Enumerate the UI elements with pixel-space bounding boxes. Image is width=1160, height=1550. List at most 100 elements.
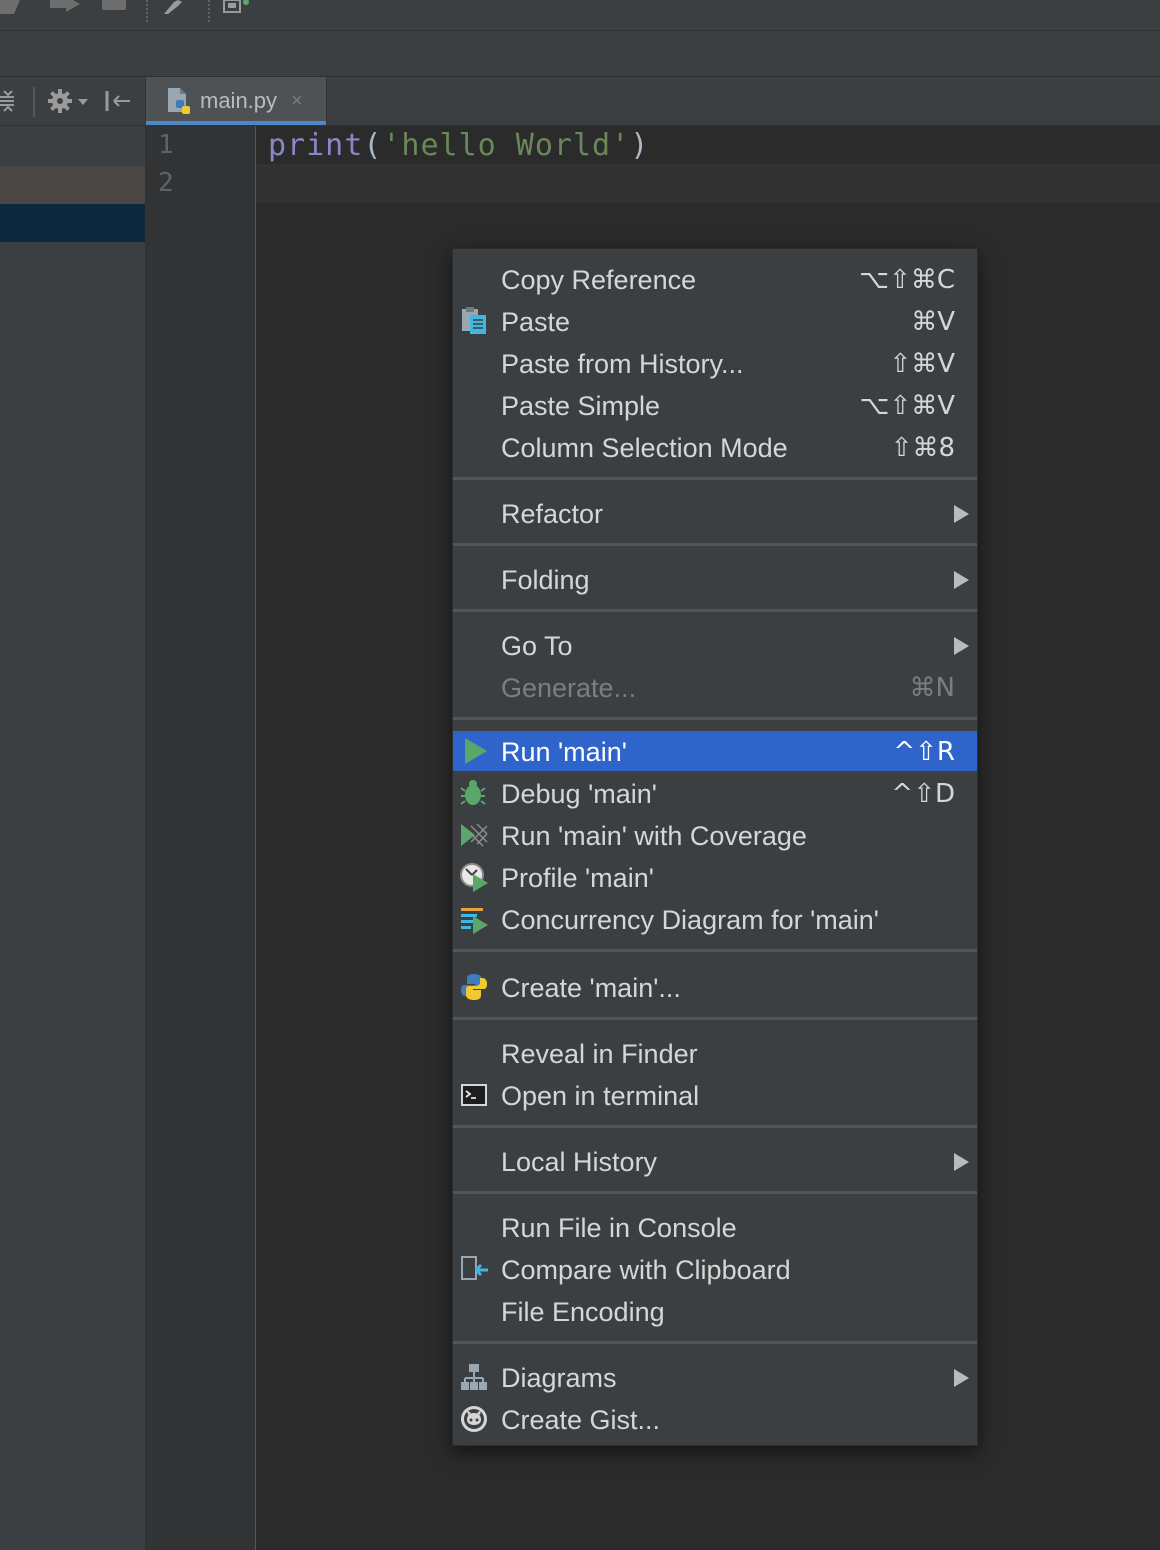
toolbar-separator: [208, 0, 210, 22]
menu-item-label: Profile 'main': [501, 863, 654, 893]
code-paren: ): [630, 128, 650, 163]
menu-item-label: Paste Simple: [501, 391, 661, 421]
menu-item-compare-with-clipboard[interactable]: Compare with Clipboard: [453, 1249, 977, 1289]
menu-item-run-with-coverage[interactable]: Run 'main' with Coverage: [453, 815, 977, 855]
menu-item-shortcut: ⇧⌘V: [889, 349, 955, 379]
wrench-icon[interactable]: [160, 0, 184, 14]
menu-item-go-to[interactable]: Go To: [453, 625, 977, 665]
python-icon: [461, 974, 487, 1000]
menu-separator: [453, 1341, 977, 1344]
menu-item-label: Open in terminal: [501, 1081, 700, 1111]
menu-item-profile-main[interactable]: Profile 'main': [453, 857, 977, 897]
menu-item-label: Refactor: [501, 499, 604, 529]
menu-item-reveal-in-finder[interactable]: Reveal in Finder: [453, 1033, 977, 1073]
menu-separator: [453, 949, 977, 952]
line-number: 1: [158, 130, 174, 160]
close-tab-icon[interactable]: ×: [291, 90, 303, 113]
menu-item-copy-reference[interactable]: Copy Reference ⌥⇧⌘C: [453, 259, 977, 299]
menu-item-label: Create 'main'...: [501, 973, 681, 1003]
paste-icon: [462, 307, 486, 334]
project-panel-header: [0, 77, 145, 126]
stop-icon[interactable]: [102, 0, 126, 10]
menu-item-shortcut: ⌥⇧⌘V: [859, 391, 955, 421]
line-number: 2: [158, 168, 174, 198]
menu-separator: [453, 717, 977, 720]
menu-item-debug-main[interactable]: Debug 'main' ^⇧D: [453, 773, 977, 813]
menu-item-diagrams[interactable]: Diagrams: [453, 1357, 977, 1397]
menu-item-label: Concurrency Diagram for 'main': [501, 905, 879, 935]
back-icon[interactable]: [0, 0, 30, 14]
menu-item-create-gist[interactable]: Create Gist...: [453, 1399, 977, 1439]
active-tab-indicator: [146, 121, 326, 125]
editor-tab-bar: main.py ×: [146, 77, 1160, 126]
project-panel: [0, 77, 146, 1550]
menu-item-run-main[interactable]: Run 'main' ^⇧R: [453, 731, 977, 771]
sdk-icon[interactable]: [222, 0, 252, 14]
compare-icon: [461, 1256, 488, 1280]
menu-item-generate: Generate... ⌘N: [453, 667, 977, 707]
gear-icon[interactable]: [48, 89, 90, 113]
menu-separator: [453, 609, 977, 612]
menu-item-paste-from-history[interactable]: Paste from History... ⇧⌘V: [453, 343, 977, 383]
menu-item-create-main[interactable]: Create 'main'...: [453, 967, 977, 1007]
menu-item-refactor[interactable]: Refactor: [453, 493, 977, 533]
code-function: print: [268, 128, 364, 163]
line-number-gutter: 1 2: [146, 126, 256, 1550]
menu-item-shortcut: ⇧⌘8: [890, 433, 955, 463]
concurrency-icon: [461, 908, 488, 934]
menu-item-label: Run File in Console: [501, 1213, 737, 1243]
submenu-arrow-icon: [954, 505, 969, 523]
run-icon: [465, 738, 487, 764]
menu-item-label: Copy Reference: [501, 265, 697, 295]
menu-item-open-in-terminal[interactable]: Open in terminal: [453, 1075, 977, 1115]
menu-item-label: Paste from History...: [501, 349, 744, 379]
diagram-icon: [461, 1364, 487, 1390]
panel-separator: [33, 87, 35, 117]
debug-icon: [460, 780, 486, 805]
menu-item-local-history[interactable]: Local History: [453, 1141, 977, 1181]
menu-item-concurrency-diagram[interactable]: Concurrency Diagram for 'main': [453, 899, 977, 939]
menu-item-label: Generate...: [501, 673, 637, 703]
menu-item-label: Column Selection Mode: [501, 433, 788, 463]
menu-separator: [453, 1125, 977, 1128]
github-icon: [461, 1406, 487, 1432]
profile-icon: [460, 863, 488, 892]
toolbar-separator: [146, 0, 148, 22]
menu-item-label: Run 'main': [501, 737, 627, 767]
menu-item-label: Diagrams: [501, 1363, 617, 1393]
tree-row-highlighted[interactable]: [0, 166, 145, 204]
submenu-arrow-icon: [954, 571, 969, 589]
menu-item-shortcut: ⌘V: [911, 307, 955, 337]
menu-separator: [453, 477, 977, 480]
menu-item-label: Reveal in Finder: [501, 1039, 698, 1069]
collapse-icon[interactable]: [0, 89, 16, 113]
coverage-icon: [461, 823, 488, 847]
hide-panel-icon[interactable]: [104, 89, 132, 113]
menu-item-label: Local History: [501, 1147, 658, 1177]
menu-item-shortcut: ⌘N: [909, 673, 955, 703]
python-file-icon: [168, 88, 190, 114]
terminal-icon: [461, 1084, 487, 1106]
menu-item-label: File Encoding: [501, 1297, 665, 1327]
menu-item-run-file-in-console[interactable]: Run File in Console: [453, 1207, 977, 1247]
code-string: 'hello World': [382, 128, 631, 163]
main-toolbar: [0, 0, 1160, 31]
menu-separator: [453, 543, 977, 546]
menu-item-paste-simple[interactable]: Paste Simple ⌥⇧⌘V: [453, 385, 977, 425]
code-line[interactable]: print('hello World'): [268, 128, 649, 163]
navigation-bar: [0, 31, 1160, 77]
menu-item-column-selection-mode[interactable]: Column Selection Mode ⇧⌘8: [453, 427, 977, 467]
submenu-arrow-icon: [954, 1369, 969, 1387]
menu-item-file-encoding[interactable]: File Encoding: [453, 1291, 977, 1331]
menu-item-shortcut: ⌥⇧⌘C: [859, 265, 955, 295]
submenu-arrow-icon: [954, 637, 969, 655]
tree-row-selected[interactable]: [0, 204, 145, 242]
menu-item-paste[interactable]: Paste ⌘V: [453, 301, 977, 341]
menu-item-label: Run 'main' with Coverage: [501, 821, 807, 851]
menu-separator: [453, 1017, 977, 1020]
menu-item-label: Debug 'main': [501, 779, 657, 809]
menu-item-folding[interactable]: Folding: [453, 559, 977, 599]
forward-icon[interactable]: [48, 0, 80, 14]
menu-item-shortcut: ^⇧D: [891, 779, 955, 809]
tab-main-py[interactable]: main.py ×: [146, 77, 327, 125]
